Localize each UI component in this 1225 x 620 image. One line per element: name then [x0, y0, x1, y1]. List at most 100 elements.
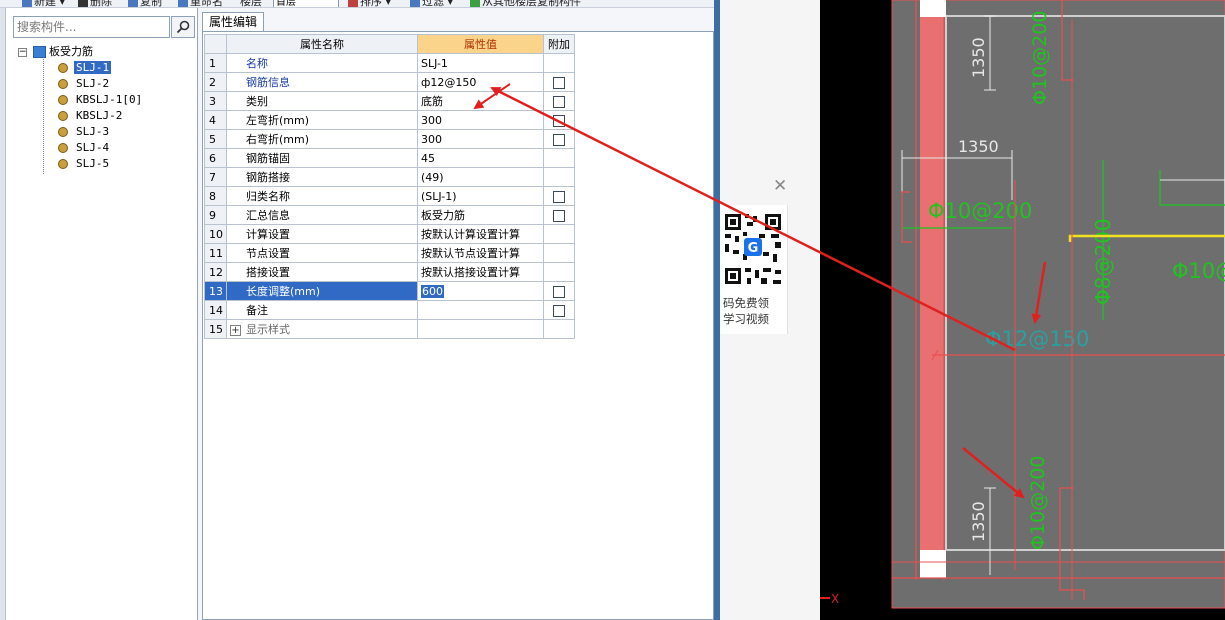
collapse-icon[interactable]: − — [18, 47, 27, 57]
search-input[interactable]: 搜索构件... — [13, 16, 170, 38]
property-row[interactable]: 8 归类名称 (SLJ-1) — [204, 186, 575, 206]
tree-item[interactable]: SLJ-1 — [18, 60, 194, 76]
property-row[interactable]: 9 汇总信息 板受力筋 — [204, 205, 575, 225]
extra-cell[interactable] — [543, 186, 575, 206]
property-name-cell[interactable]: 归类名称 — [226, 186, 418, 206]
property-value-cell[interactable]: 按默认计算设置计算 — [417, 224, 544, 244]
property-value-cell[interactable]: 底筋 — [417, 91, 544, 111]
rebar-label: Φ10@ — [1172, 259, 1225, 283]
property-name: 钢筋锚固 — [246, 152, 290, 165]
extra-cell[interactable] — [543, 205, 575, 225]
property-name-cell[interactable]: 钢筋信息 — [226, 72, 418, 92]
copy-from-floor-button[interactable]: 从其他楼层复制构件 — [470, 0, 581, 7]
extra-checkbox[interactable] — [553, 190, 565, 203]
tab-property-edit[interactable]: 属性编辑 — [202, 12, 264, 31]
row-number: 6 — [204, 148, 227, 168]
property-row[interactable]: 7 钢筋搭接 (49) — [204, 167, 575, 187]
tree-item[interactable]: KBSLJ-1[0] — [18, 92, 194, 108]
qr-code-icon[interactable]: G — [723, 210, 783, 290]
property-name-header[interactable]: 属性名称 — [226, 34, 418, 54]
tree-root-slab-rebar[interactable]: − 板受力筋 — [18, 44, 194, 60]
tree-item[interactable]: SLJ-3 — [18, 124, 194, 140]
property-value: (49) — [421, 170, 444, 184]
expand-icon[interactable]: + — [230, 324, 241, 336]
property-row[interactable]: 2 钢筋信息 ф12@150 — [204, 72, 575, 92]
property-row[interactable]: 15 + 显示样式 — [204, 319, 575, 339]
extra-checkbox[interactable] — [553, 95, 565, 108]
delete-button[interactable]: 删除 — [78, 0, 112, 7]
tree-item[interactable]: SLJ-2 — [18, 76, 194, 92]
property-value-cell[interactable]: 45 — [417, 148, 544, 168]
property-name: 显示样式 — [246, 323, 290, 336]
component-tree: − 板受力筋 SLJ-1 SLJ-2 KBSLJ-1[0] KBSLJ-2 SLJ-3 SL… — [18, 44, 194, 174]
close-promo-icon[interactable]: ✕ — [773, 176, 787, 196]
property-value-cell[interactable]: 按默认搭接设置计算 — [417, 262, 544, 282]
property-name-cell[interactable]: 名称 — [226, 53, 418, 73]
property-value-cell[interactable] — [417, 300, 544, 320]
property-panel: 属性编辑 属性名称 属性值 附加 1 名称 SLJ-1 2 钢筋信息 ф12@150 3 类别… — [198, 8, 720, 620]
property-value-cell[interactable]: (49) — [417, 167, 544, 187]
tree-item[interactable]: SLJ-4 — [18, 140, 194, 156]
extra-cell[interactable] — [543, 91, 575, 111]
property-name-cell[interactable]: 搭接设置 — [226, 262, 418, 282]
property-value-cell[interactable] — [417, 319, 544, 339]
property-row[interactable]: 1 名称 SLJ-1 — [204, 53, 575, 73]
property-value-cell[interactable]: 300 — [417, 110, 544, 130]
property-row[interactable]: 3 类别 底筋 — [204, 91, 575, 111]
filter-button[interactable]: 过滤 ▾ — [410, 0, 453, 7]
delete-icon — [78, 0, 88, 7]
property-row[interactable]: 11 节点设置 按默认节点设置计算 — [204, 243, 575, 263]
property-row[interactable]: 6 钢筋锚固 45 — [204, 148, 575, 168]
property-name-cell[interactable]: 汇总信息 — [226, 205, 418, 225]
extra-checkbox[interactable] — [553, 285, 565, 298]
extra-checkbox[interactable] — [553, 76, 565, 89]
tree-item[interactable]: SLJ-5 — [18, 156, 194, 172]
property-row[interactable]: 12 搭接设置 按默认搭接设置计算 — [204, 262, 575, 282]
rebar-node-icon — [58, 111, 68, 121]
copy-button[interactable]: 复制 — [128, 0, 162, 7]
property-value-cell[interactable]: ф12@150 — [417, 72, 544, 92]
floor-select[interactable]: 首层 — [273, 0, 339, 7]
extra-cell[interactable] — [543, 72, 575, 92]
rebar-node-icon — [58, 95, 68, 105]
sort-button[interactable]: 排序 ▾ — [348, 0, 391, 7]
property-name-cell[interactable]: 长度调整(mm) — [226, 281, 418, 301]
property-row[interactable]: 10 计算设置 按默认计算设置计算 — [204, 224, 575, 244]
property-value-cell[interactable]: 600 — [417, 281, 544, 301]
extra-checkbox[interactable] — [553, 304, 565, 317]
property-name-cell[interactable]: 左弯折(mm) — [226, 110, 418, 130]
property-name-cell[interactable]: 钢筋搭接 — [226, 167, 418, 187]
extra-header[interactable]: 附加 — [543, 34, 575, 54]
extra-cell[interactable] — [543, 300, 575, 320]
tree-item[interactable]: KBSLJ-2 — [18, 108, 194, 124]
new-button[interactable]: 新建 ▾ — [22, 0, 65, 7]
search-button[interactable] — [171, 16, 195, 38]
extra-cell[interactable] — [543, 129, 575, 149]
property-value: 按默认计算设置计算 — [421, 228, 520, 241]
property-name-cell[interactable]: + 显示样式 — [226, 319, 418, 339]
property-name-cell[interactable]: 节点设置 — [226, 243, 418, 263]
extra-cell[interactable] — [543, 281, 575, 301]
property-row[interactable]: 5 右弯折(mm) 300 — [204, 129, 575, 149]
property-row[interactable]: 4 左弯折(mm) 300 — [204, 110, 575, 130]
property-value-cell[interactable]: 300 — [417, 129, 544, 149]
property-name-cell[interactable]: 备注 — [226, 300, 418, 320]
property-row[interactable]: 13 长度调整(mm) 600 — [204, 281, 575, 301]
property-value-cell[interactable]: (SLJ-1) — [417, 186, 544, 206]
property-value-header[interactable]: 属性值 — [417, 34, 544, 54]
property-value-cell[interactable]: 板受力筋 — [417, 205, 544, 225]
property-name-cell[interactable]: 计算设置 — [226, 224, 418, 244]
extra-cell[interactable] — [543, 110, 575, 130]
rename-button[interactable]: 重命名 — [178, 0, 223, 7]
extra-checkbox[interactable] — [553, 114, 565, 127]
row-number-header — [204, 34, 227, 54]
property-value-cell[interactable]: SLJ-1 — [417, 53, 544, 73]
property-value-cell[interactable]: 按默认节点设置计算 — [417, 243, 544, 263]
property-name-cell[interactable]: 类别 — [226, 91, 418, 111]
property-name-cell[interactable]: 钢筋锚固 — [226, 148, 418, 168]
property-name-cell[interactable]: 右弯折(mm) — [226, 129, 418, 149]
extra-checkbox[interactable] — [553, 209, 565, 222]
extra-checkbox[interactable] — [553, 133, 565, 146]
property-row[interactable]: 14 备注 — [204, 300, 575, 320]
cad-drawing-viewport[interactable]: 1350 Φ10@200 1350 Φ10@200 Φ8@200 Φ10@ — [820, 0, 1225, 620]
